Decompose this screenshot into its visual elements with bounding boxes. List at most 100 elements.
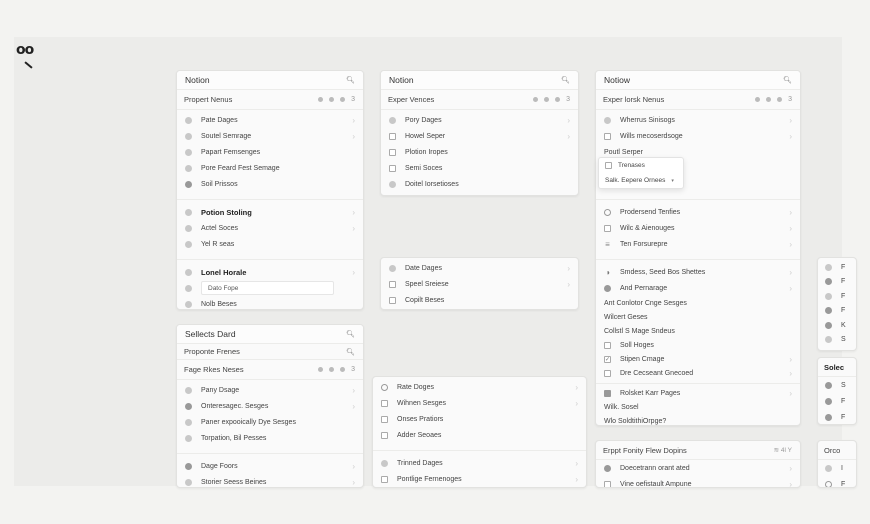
popover-item[interactable]: Salk. Eepere Ornees ▾ xyxy=(599,173,683,188)
bullet-icon xyxy=(185,386,192,394)
list-item[interactable]: Pany Dsage › xyxy=(177,382,363,398)
list-item[interactable]: Semi Soces xyxy=(381,160,578,176)
list-item[interactable]: Doecetrann orant ated › xyxy=(596,460,800,476)
section-heading[interactable]: Potion Stoling › xyxy=(177,204,363,220)
list-item[interactable]: Actel Soces › xyxy=(177,220,363,236)
list-item[interactable]: Date Dages › xyxy=(381,260,578,276)
list-item[interactable]: Paner expooically Dye Sesges xyxy=(177,414,363,430)
radio-icon[interactable] xyxy=(381,383,388,391)
search-icon[interactable]: 🔍︎ xyxy=(561,76,570,84)
list-item[interactable]: Wihnen Sesges › xyxy=(373,395,586,411)
list-item[interactable]: K xyxy=(818,318,856,333)
list-item[interactable]: Speel Sreiese › xyxy=(381,276,578,292)
list-item[interactable]: Onteresagec. Sesges › xyxy=(177,398,363,414)
list-item[interactable]: Torpation, Bil Pesses xyxy=(177,430,363,446)
list-item[interactable]: F xyxy=(818,260,856,275)
list-item[interactable]: I xyxy=(818,460,856,476)
list-item[interactable]: F xyxy=(818,409,856,424)
text-input[interactable]: Dato Fope xyxy=(201,281,334,295)
popover-item[interactable]: Trenases xyxy=(599,158,683,173)
checkbox-checked-icon[interactable]: ✓ xyxy=(604,355,611,363)
radio-icon[interactable] xyxy=(604,208,611,216)
checkbox-icon[interactable] xyxy=(604,132,611,140)
list-item[interactable]: F xyxy=(818,476,856,487)
list-item[interactable]: Ant Conlotor Cnge Sesges xyxy=(596,296,800,310)
dropdown-popover: Trenases Salk. Eepere Ornees ▾ xyxy=(598,157,684,189)
list-item[interactable]: F xyxy=(818,393,856,409)
list-item[interactable]: Rolsket Karr Pages › xyxy=(596,386,800,400)
dots-menu-icon[interactable]: 3 xyxy=(533,96,570,103)
checkbox-icon[interactable] xyxy=(604,341,611,349)
checkbox-icon[interactable] xyxy=(389,296,396,304)
list-item[interactable]: Wills mecoserdsoge › xyxy=(596,128,800,144)
list-item[interactable]: ◑ Smdess, Seed Bos Shettes › xyxy=(596,264,800,280)
list-item[interactable]: Rate Doges › xyxy=(373,379,586,395)
bullet-icon xyxy=(185,478,192,486)
chevron-right-icon: › xyxy=(789,388,792,398)
list-item[interactable]: Prodersend Tenfies › xyxy=(596,204,800,220)
list-item[interactable]: Soll Hoges xyxy=(596,338,800,352)
checkbox-icon[interactable] xyxy=(381,431,388,439)
wifi-icon[interactable]: ≋ 4l Y xyxy=(774,446,792,454)
list-item[interactable]: Pore Feard Fest Semage xyxy=(177,160,363,176)
panel-subheader: Propert Nenus 3 xyxy=(177,90,363,110)
panel-header: Erppt Fonity Flew Dopins ≋ 4l Y xyxy=(596,441,800,460)
checkbox-icon[interactable] xyxy=(389,164,396,172)
list-item[interactable]: Onses Pratiors xyxy=(373,411,586,427)
list-item[interactable]: Pory Dages › xyxy=(381,112,578,128)
checkbox-icon[interactable] xyxy=(381,415,388,423)
list-item[interactable]: Soutel Semrage › xyxy=(177,128,363,144)
list-item[interactable]: Copilt Beses xyxy=(381,292,578,308)
search-icon[interactable]: 🔍︎ xyxy=(346,330,355,338)
dots-menu-icon[interactable]: 3 xyxy=(318,366,355,373)
list-item[interactable]: Dre Cecseant Gnecoed › xyxy=(596,366,800,380)
section-heading[interactable]: Lonel Horale › xyxy=(177,264,363,280)
checkbox-icon[interactable] xyxy=(605,162,612,169)
checkbox-icon[interactable] xyxy=(604,369,611,377)
list-item[interactable]: Storier Seess Beines › xyxy=(177,474,363,487)
list-item[interactable]: Plotion Iropes xyxy=(381,144,578,160)
list-item[interactable]: S xyxy=(818,377,856,393)
search-row[interactable]: Proponte Frenes 🔍︎ xyxy=(177,344,363,360)
list-item[interactable]: Trinned Dages › xyxy=(373,455,586,471)
list-item[interactable]: F xyxy=(818,289,856,304)
list-item[interactable]: Pate Dages › xyxy=(177,112,363,128)
list-item[interactable]: F xyxy=(818,304,856,319)
checkbox-icon[interactable] xyxy=(381,475,388,483)
list-item[interactable]: Dage Foors › xyxy=(177,458,363,474)
search-icon[interactable]: 🔍︎ xyxy=(783,76,792,84)
list-item[interactable]: Doitel Iorsetioses xyxy=(381,176,578,192)
list-item[interactable]: And Pernarage › xyxy=(596,280,800,296)
list-item[interactable]: ✓ Stipen Cmage › xyxy=(596,352,800,366)
checkbox-icon[interactable] xyxy=(381,399,388,407)
bullet-icon xyxy=(825,381,832,389)
list-item[interactable]: ≡ Ten Forsurepre › xyxy=(596,236,800,252)
list-item[interactable]: Adder Seoaes xyxy=(373,427,586,443)
list-item[interactable]: Papart Femsenges xyxy=(177,144,363,160)
list-item[interactable]: Wilc & Aienouges › xyxy=(596,220,800,236)
search-icon[interactable]: 🔍︎ xyxy=(346,76,355,84)
list-item[interactable]: Wlo SoldtithiOrpge? xyxy=(596,414,800,425)
list-item[interactable]: Wherrus Sinisogs › xyxy=(596,112,800,128)
bullet-icon xyxy=(185,148,192,156)
list-item[interactable]: Collstl S Mage Sndeus xyxy=(596,324,800,338)
list-item[interactable]: Soil Prissos xyxy=(177,176,363,192)
radio-icon[interactable] xyxy=(825,480,832,487)
checkbox-icon[interactable] xyxy=(604,224,611,232)
list-item[interactable]: Yel R seas xyxy=(177,236,363,252)
checkbox-icon[interactable] xyxy=(604,480,611,487)
list-item[interactable]: Vine oefistault Ampune › xyxy=(596,476,800,487)
bullet-icon xyxy=(185,208,192,216)
list-item[interactable]: Pontlige Fernenoges › xyxy=(373,471,586,487)
search-icon[interactable]: 🔍︎ xyxy=(346,348,355,356)
list-item[interactable]: Nolb Beses xyxy=(177,296,363,309)
list-item[interactable]: F xyxy=(818,275,856,290)
bullet-icon xyxy=(185,164,192,172)
dots-menu-icon[interactable]: 3 xyxy=(755,96,792,103)
search-field[interactable]: Proponte Frenes xyxy=(184,347,240,356)
list-item[interactable]: S xyxy=(818,333,856,348)
dots-menu-icon[interactable]: 3 xyxy=(318,96,355,103)
list-item[interactable]: Wilk. Sosel xyxy=(596,400,800,414)
list-item[interactable]: Howel Seper › xyxy=(381,128,578,144)
list-item[interactable]: Wilcert Geses xyxy=(596,310,800,324)
